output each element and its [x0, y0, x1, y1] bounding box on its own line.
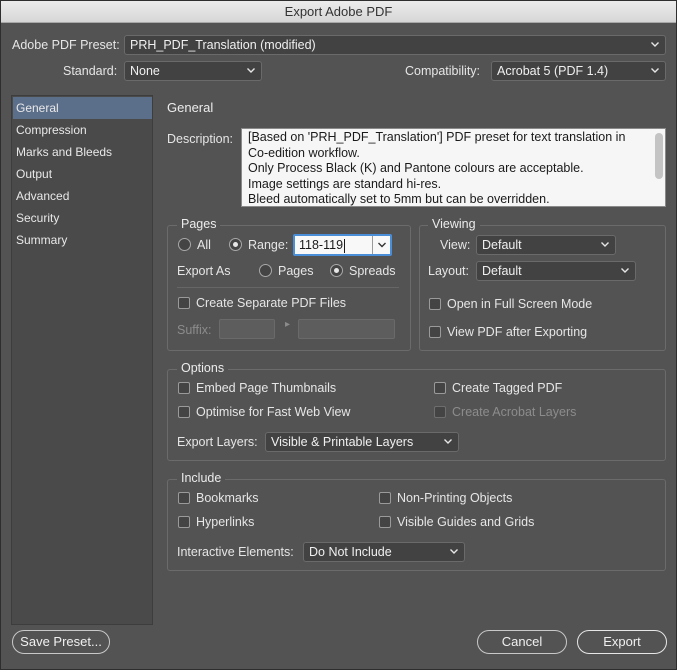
range-radio[interactable]: [229, 238, 242, 251]
interactive-elements-value: Do Not Include: [309, 545, 392, 559]
thumbnails-checkbox[interactable]: [178, 382, 190, 394]
interactive-elements-label: Interactive Elements:: [177, 545, 294, 559]
chevron-down-icon: [650, 39, 660, 49]
range-label: Range:: [248, 238, 289, 252]
view-dropdown[interactable]: Default: [476, 235, 616, 255]
export-pages-label: Pages: [278, 264, 314, 278]
range-value: 118-119: [299, 238, 344, 252]
suffix-label: Suffix:: [177, 323, 212, 337]
include-legend: Include: [177, 471, 226, 485]
sidebar-item-security[interactable]: Security: [13, 207, 152, 229]
chevron-down-icon: [620, 265, 630, 275]
separate-pdf-label: Create Separate PDF Files: [196, 296, 347, 310]
export-layers-dropdown[interactable]: Visible & Printable Layers: [265, 432, 459, 452]
view-value: Default: [482, 238, 522, 252]
pages-legend: Pages: [177, 217, 221, 231]
non-printing-label: Non-Printing Objects: [397, 491, 513, 505]
export-button[interactable]: Export: [577, 630, 667, 654]
preset-dropdown[interactable]: PRH_PDF_Translation (modified): [124, 35, 666, 55]
cancel-button[interactable]: Cancel: [477, 630, 567, 654]
all-radio[interactable]: [178, 238, 191, 251]
sidebar-item-advanced[interactable]: Advanced: [13, 185, 152, 207]
tagged-pdf-label: Create Tagged PDF: [452, 381, 563, 395]
fast-web-label: Optimise for Fast Web View: [196, 405, 351, 419]
chevron-down-icon: [449, 546, 459, 556]
acrobat-layers-checkbox: [434, 406, 446, 418]
layout-label: Layout:: [428, 264, 470, 278]
export-pages-radio[interactable]: [259, 264, 272, 277]
chevron-down-icon: [600, 239, 610, 249]
arrow-right-icon: ▸: [285, 319, 291, 330]
description-line: Bleed automatically set to 5mm but can b…: [248, 192, 550, 206]
description-label: Description:: [167, 132, 233, 146]
description-line: [Based on 'PRH_PDF_Translation'] PDF pre…: [248, 130, 626, 144]
description-line: Co-edition workflow.: [248, 145, 360, 160]
acrobat-layers-label: Create Acrobat Layers: [452, 405, 577, 419]
export-spreads-label: Spreads: [349, 264, 396, 278]
fullscreen-label: Open in Full Screen Mode: [447, 297, 593, 311]
preset-value: PRH_PDF_Translation (modified): [130, 38, 316, 52]
fast-web-checkbox[interactable]: [178, 406, 190, 418]
hyperlinks-checkbox[interactable]: [178, 516, 190, 528]
suffix-token-field: [298, 319, 395, 339]
description-textarea[interactable]: [Based on 'PRH_PDF_Translation'] PDF pre…: [241, 128, 666, 207]
standard-value: None: [130, 64, 160, 78]
chevron-down-icon: [378, 242, 386, 248]
chevron-down-icon: [650, 65, 660, 75]
range-dropdown-button[interactable]: [372, 236, 390, 254]
chevron-down-icon: [246, 65, 256, 75]
export-layers-value: Visible & Printable Layers: [271, 435, 414, 449]
sidebar-item-marks-and-bleeds[interactable]: Marks and Bleeds: [13, 141, 152, 163]
range-input[interactable]: 118-119: [293, 234, 392, 256]
options-legend: Options: [177, 361, 229, 375]
suffix-field: [219, 319, 275, 339]
sidebar-item-general[interactable]: General: [13, 97, 152, 119]
fullscreen-checkbox[interactable]: [429, 298, 441, 310]
viewing-legend: Viewing: [428, 217, 480, 231]
separate-pdf-checkbox[interactable]: [178, 297, 190, 309]
guides-grids-label: Visible Guides and Grids: [397, 515, 535, 529]
view-after-export-checkbox[interactable]: [429, 326, 441, 338]
standard-dropdown[interactable]: None: [124, 61, 262, 81]
bookmarks-checkbox[interactable]: [178, 492, 190, 504]
window-title: Export Adobe PDF: [1, 1, 676, 23]
compatibility-dropdown[interactable]: Acrobat 5 (PDF 1.4): [491, 61, 666, 81]
guides-grids-checkbox[interactable]: [379, 516, 391, 528]
standard-label: Standard:: [63, 64, 118, 78]
view-after-export-label: View PDF after Exporting: [447, 325, 588, 339]
sidebar-item-compression[interactable]: Compression: [13, 119, 152, 141]
layout-dropdown[interactable]: Default: [476, 261, 636, 281]
thumbnails-label: Embed Page Thumbnails: [196, 381, 337, 395]
all-label: All: [197, 238, 211, 252]
non-printing-checkbox[interactable]: [379, 492, 391, 504]
sidebar-item-summary[interactable]: Summary: [13, 229, 152, 251]
export-spreads-radio[interactable]: [330, 264, 343, 277]
bookmarks-label: Bookmarks: [196, 491, 259, 505]
compatibility-label: Compatibility:: [405, 64, 481, 78]
description-line: Image settings are standard hi-res.: [248, 176, 442, 191]
description-scrollbar[interactable]: [655, 133, 663, 179]
layout-value: Default: [482, 264, 522, 278]
tagged-pdf-checkbox[interactable]: [434, 382, 446, 394]
text-caret: [344, 238, 346, 253]
description-line: Only Process Black (K) and Pantone colou…: [248, 161, 584, 175]
panel-title: General: [167, 100, 214, 115]
chevron-down-icon: [443, 436, 453, 446]
export-pdf-dialog: Export Adobe PDF Adobe PDF Preset: PRH_P…: [0, 0, 677, 670]
interactive-elements-dropdown[interactable]: Do Not Include: [303, 542, 465, 562]
sidebar: General Compression Marks and Bleeds Out…: [11, 95, 153, 625]
export-as-label: Export As: [177, 264, 231, 278]
preset-label: Adobe PDF Preset:: [12, 38, 120, 52]
sidebar-item-output[interactable]: Output: [13, 163, 152, 185]
save-preset-button[interactable]: Save Preset...: [12, 630, 110, 654]
hyperlinks-label: Hyperlinks: [196, 515, 255, 529]
export-layers-label: Export Layers:: [177, 435, 258, 449]
view-label: View:: [440, 238, 471, 252]
compatibility-value: Acrobat 5 (PDF 1.4): [497, 64, 609, 78]
pages-divider: [177, 287, 399, 288]
